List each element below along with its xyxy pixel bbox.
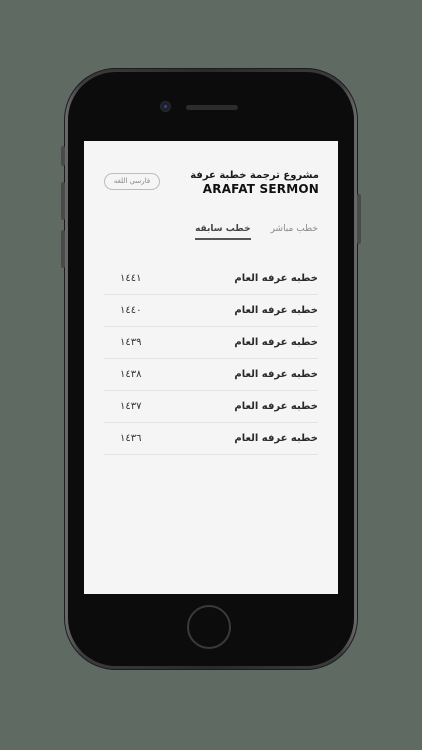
sermon-year: ١٤٣٨ <box>120 369 142 380</box>
sermon-title: خطبه عرفه العام <box>234 433 318 444</box>
earpiece-speaker <box>186 105 238 110</box>
app-screen: فارسي اللغه مشروع ترجمة خطبة عرفة ARAFAT… <box>84 141 338 594</box>
app-title-arabic: مشروع ترجمة خطبة عرفة <box>190 170 319 181</box>
list-item[interactable]: خطبه عرفه العام ١٤٤٠ <box>104 295 318 327</box>
sermon-list: خطبه عرفه العام ١٤٤١ خطبه عرفه العام ١٤٤… <box>104 263 318 455</box>
sermon-year: ١٤٣٩ <box>120 337 142 348</box>
list-item[interactable]: خطبه عرفه العام ١٤٣٧ <box>104 391 318 423</box>
front-camera-icon <box>161 102 170 111</box>
home-button[interactable] <box>187 605 231 649</box>
list-item[interactable]: خطبه عرفه العام ١٤٣٩ <box>104 327 318 359</box>
sermon-year: ١٤٤١ <box>120 273 142 284</box>
volume-up-button <box>61 182 65 220</box>
list-item[interactable]: خطبه عرفه العام ١٤٣٦ <box>104 423 318 455</box>
volume-down-button <box>61 230 65 268</box>
list-item[interactable]: خطبه عرفه العام ١٤٤١ <box>104 263 318 295</box>
tab-bar: خطب مباشر خطب سابقه <box>175 224 318 240</box>
sermon-title: خطبه عرفه العام <box>234 401 318 412</box>
power-button <box>357 194 361 244</box>
sermon-year: ١٤٣٦ <box>120 433 142 444</box>
sermon-title: خطبه عرفه العام <box>234 337 318 348</box>
language-button[interactable]: فارسي اللغه <box>104 173 160 190</box>
tab-live-sermons[interactable]: خطب مباشر <box>271 224 318 240</box>
sermon-title: خطبه عرفه العام <box>234 305 318 316</box>
sermon-year: ١٤٤٠ <box>120 305 142 316</box>
mute-switch <box>61 146 65 166</box>
app-title-english: ARAFAT SERMON <box>202 182 319 196</box>
sermon-title: خطبه عرفه العام <box>234 273 318 284</box>
list-item[interactable]: خطبه عرفه العام ١٤٣٨ <box>104 359 318 391</box>
sermon-title: خطبه عرفه العام <box>234 369 318 380</box>
tab-previous-sermons[interactable]: خطب سابقه <box>195 224 251 240</box>
sermon-year: ١٤٣٧ <box>120 401 142 412</box>
